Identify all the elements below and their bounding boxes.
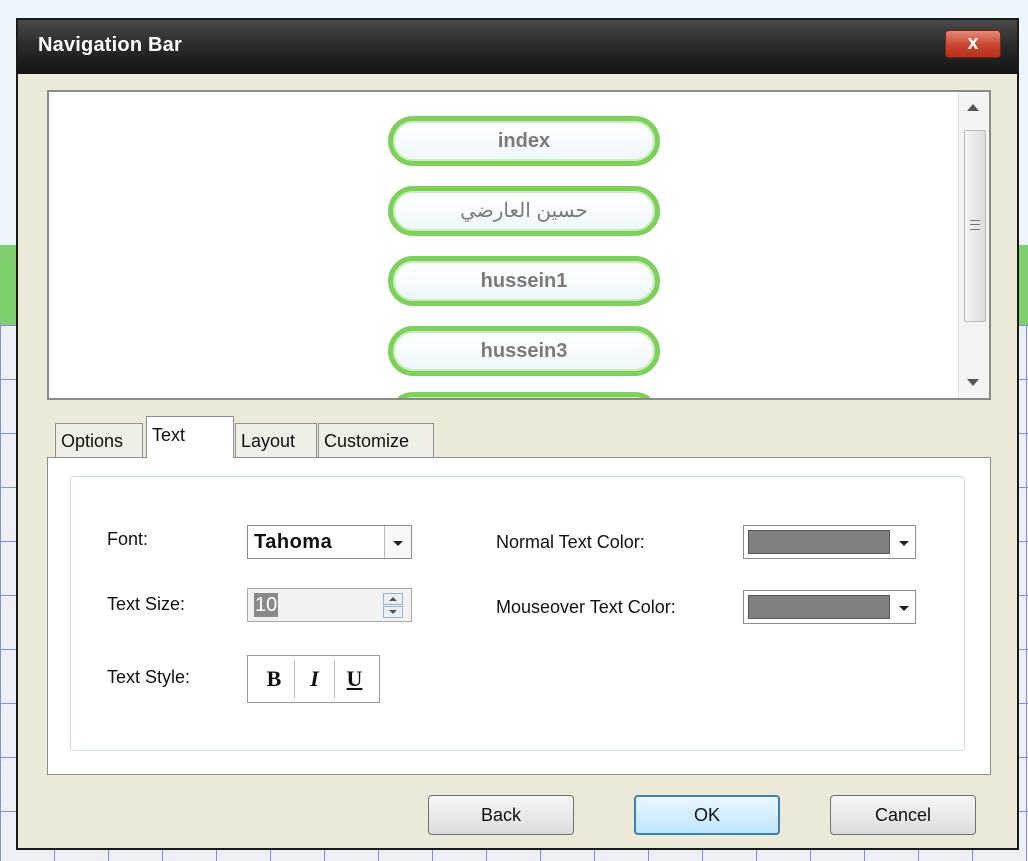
tab-layout[interactable]: Layout xyxy=(235,423,317,457)
scroll-thumb[interactable] xyxy=(964,130,986,322)
grip-icon xyxy=(970,220,980,230)
font-value: Tahoma xyxy=(254,531,333,553)
font-select[interactable]: Tahoma xyxy=(247,525,412,559)
scroll-up-arrow-icon[interactable] xyxy=(967,104,979,111)
navigation-bar-dialog: Navigation Bar x index حسين العارضي huss… xyxy=(16,18,1019,850)
tab-options[interactable]: Options xyxy=(55,423,143,457)
normal-text-color-label: Normal Text Color: xyxy=(496,532,645,552)
preview-nav-button-hussein1[interactable]: hussein1 xyxy=(388,256,660,306)
mouseover-text-color-picker[interactable] xyxy=(743,590,916,624)
text-size-label: Text Size: xyxy=(107,594,186,614)
italic-button[interactable]: I xyxy=(294,660,334,698)
font-label: Font: xyxy=(107,529,149,549)
normal-text-color-picker[interactable] xyxy=(743,525,916,559)
cancel-button[interactable]: Cancel xyxy=(830,795,976,835)
navigation-preview: index حسين العارضي hussein1 hussein3 xyxy=(47,90,991,400)
preview-nav-button-index[interactable]: index xyxy=(388,116,660,166)
preview-scrollbar[interactable] xyxy=(958,92,989,398)
chevron-down-icon[interactable] xyxy=(899,606,909,611)
scroll-down-arrow-icon[interactable] xyxy=(967,379,979,386)
dialog-title: Navigation Bar xyxy=(38,34,182,56)
chevron-down-icon[interactable] xyxy=(899,541,909,546)
chevron-down-icon[interactable] xyxy=(384,526,411,558)
tab-customize[interactable]: Customize xyxy=(318,423,434,457)
text-style-toolbar: B I U xyxy=(247,655,380,703)
increment-icon[interactable] xyxy=(383,593,403,605)
text-settings-panel: Font: Tahoma Text Size: 10 Text Style: B… xyxy=(47,457,991,775)
underline-button[interactable]: U xyxy=(334,660,374,698)
preview-nav-button-hussein3[interactable]: hussein3 xyxy=(388,326,660,376)
preview-nav-button-partial xyxy=(388,392,660,398)
ok-button[interactable]: OK xyxy=(634,795,780,835)
text-style-label: Text Style: xyxy=(107,667,191,687)
title-bar: Navigation Bar x xyxy=(18,20,1017,74)
text-size-value[interactable]: 10 xyxy=(254,593,279,617)
text-size-stepper[interactable]: 10 xyxy=(247,588,412,622)
normal-color-swatch xyxy=(748,530,890,554)
text-settings-group: Font: Tahoma Text Size: 10 Text Style: B… xyxy=(70,476,965,751)
tab-text[interactable]: Text xyxy=(146,416,234,458)
preview-nav-button-arabic[interactable]: حسين العارضي xyxy=(388,186,660,236)
back-button[interactable]: Back xyxy=(428,795,574,835)
close-icon: x xyxy=(967,32,979,54)
bold-button[interactable]: B xyxy=(254,660,294,698)
decrement-icon[interactable] xyxy=(383,606,403,618)
close-button[interactable]: x xyxy=(945,30,1001,58)
mouseover-text-color-label: Mouseover Text Color: xyxy=(496,597,676,617)
mouseover-color-swatch xyxy=(748,595,890,619)
